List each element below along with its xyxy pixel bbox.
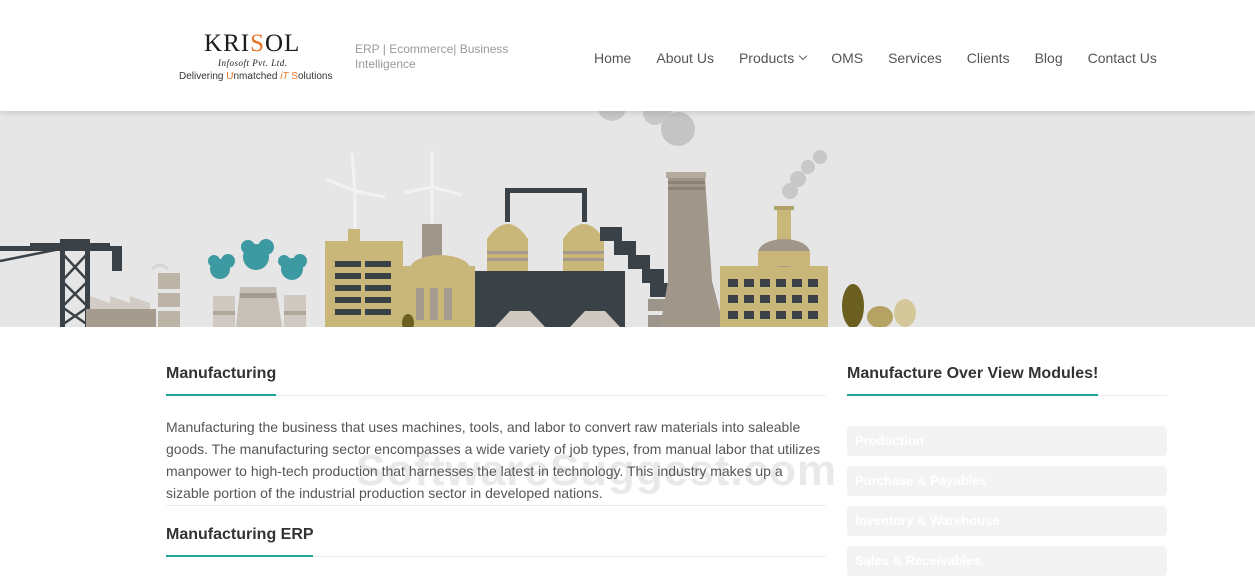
nav-home[interactable]: Home	[594, 50, 631, 66]
paragraph-divider	[166, 505, 826, 506]
factory-banner	[0, 111, 1255, 327]
nav-contact-us[interactable]: Contact Us	[1088, 50, 1157, 66]
title-accent-line	[847, 394, 1098, 396]
title-accent-line	[166, 394, 276, 396]
nav-products[interactable]: Products	[739, 50, 808, 66]
title-accent-line	[166, 555, 313, 557]
modules-sidebar: Manufacture Over View Modules! Productio…	[847, 365, 1167, 586]
module-production[interactable]: Production	[847, 426, 1167, 456]
title-divider	[166, 555, 826, 557]
sidebar-title: Manufacture Over View Modules!	[847, 365, 1099, 382]
nav-services[interactable]: Services	[888, 50, 942, 66]
logo-wordmark: KRISOL	[204, 30, 301, 57]
section-title-manufacturing-erp: Manufacturing ERP	[166, 526, 314, 543]
manufacturing-description: Manufacturing the business that uses mac…	[166, 419, 821, 501]
nav-about-us[interactable]: About Us	[656, 50, 714, 66]
nav-oms[interactable]: OMS	[831, 50, 863, 66]
logo-subtitle: Infosoft Pvt. Ltd.	[218, 58, 288, 68]
nav-clients[interactable]: Clients	[967, 50, 1010, 66]
krisol-logo[interactable]: KRISOL Infosoft Pvt. Ltd. Delivering Unm…	[178, 28, 333, 86]
title-divider	[847, 394, 1167, 396]
factory-illustration	[0, 111, 916, 327]
module-sales-receivables[interactable]: Sales & Receivables	[847, 546, 1167, 576]
main-content: Manufacturing Manufacturing the business…	[166, 365, 826, 557]
title-divider	[166, 394, 826, 396]
module-purchase-payables[interactable]: Purchase & Payables	[847, 466, 1167, 496]
main-nav: Home About Us Products OMS Services Clie…	[594, 50, 1157, 66]
section-title-manufacturing: Manufacturing	[166, 365, 277, 382]
module-list: Production Purchase & Payables Inventory…	[847, 426, 1167, 576]
logo-tagline: Delivering Unmatched iT Solutions	[179, 71, 333, 82]
module-inventory-warehouse[interactable]: Inventory & Warehouse	[847, 506, 1167, 536]
header-tagline: ERP | Ecommerce| Business Intelligence	[355, 42, 509, 71]
site-header: KRISOL Infosoft Pvt. Ltd. Delivering Unm…	[0, 0, 1255, 111]
chevron-down-icon	[798, 51, 808, 61]
nav-blog[interactable]: Blog	[1035, 50, 1063, 66]
